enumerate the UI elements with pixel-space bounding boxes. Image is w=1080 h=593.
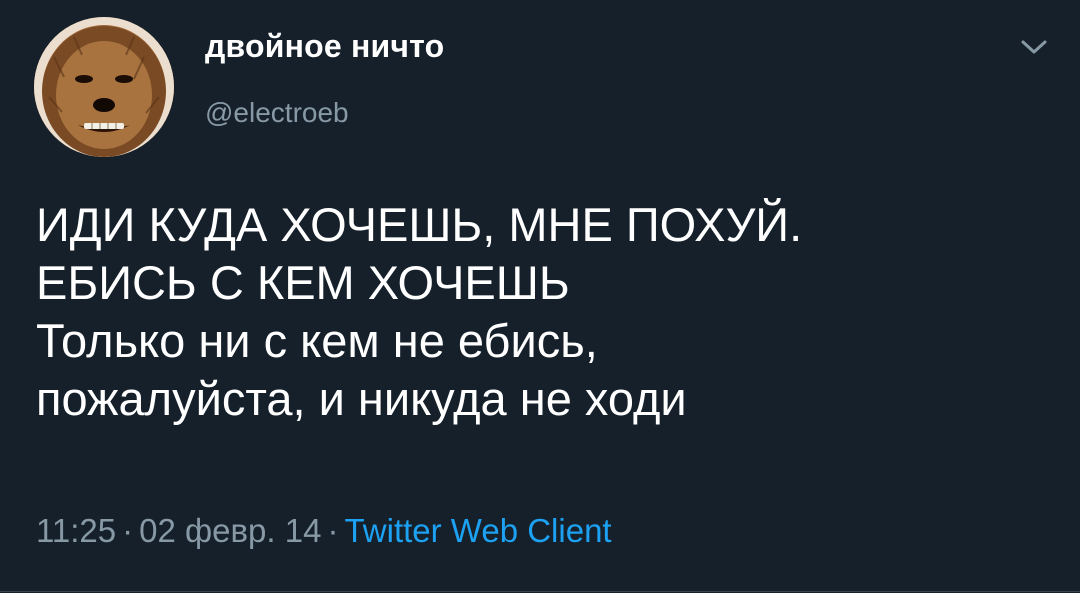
tweet-text-line: ЕБИСЬ С КЕМ ХОЧЕШЬ xyxy=(36,256,570,309)
tweet-menu-button[interactable] xyxy=(1018,38,1050,58)
bottom-divider xyxy=(0,591,1080,592)
wookiee-avatar-icon xyxy=(34,17,174,157)
tweet-card: двойное ничто @electroeb ИДИ КУДА ХОЧЕШЬ… xyxy=(0,0,1080,593)
tweet-time[interactable]: 11:25 xyxy=(36,512,116,549)
author-display-name[interactable]: двойное ничто xyxy=(205,28,444,65)
author-handle[interactable]: @electroeb xyxy=(205,97,349,129)
tweet-text-line: ИДИ КУДА ХОЧЕШЬ, МНЕ ПОХУЙ. xyxy=(36,198,803,251)
tweet-text: ИДИ КУДА ХОЧЕШЬ, МНЕ ПОХУЙ. ЕБИСЬ С КЕМ … xyxy=(36,196,1046,428)
tweet-text-line: Только ни с кем не ебись, xyxy=(36,314,598,367)
meta-separator: · xyxy=(122,512,134,549)
meta-separator: · xyxy=(327,512,339,549)
tweet-source-link[interactable]: Twitter Web Client xyxy=(344,512,611,549)
tweet-date[interactable]: 02 февр. 14 xyxy=(139,512,321,549)
tweet-text-line: пожалуйста, и никуда не ходи xyxy=(36,372,687,425)
author-avatar[interactable] xyxy=(34,17,174,157)
tweet-meta: 11:25 · 02 февр. 14 · Twitter Web Client xyxy=(36,512,612,550)
chevron-down-icon xyxy=(1021,40,1047,54)
